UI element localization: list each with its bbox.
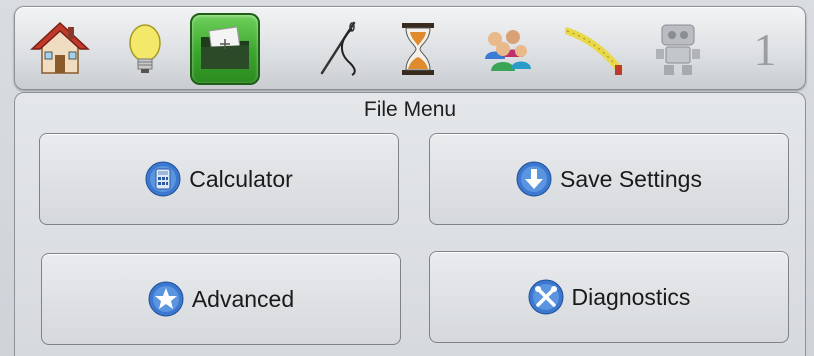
diagnostics-label: Diagnostics	[571, 283, 691, 310]
calculator-icon	[145, 161, 181, 197]
page-number-indicator[interactable]: 1	[730, 13, 800, 85]
calculator-label: Calculator	[189, 165, 293, 192]
panel-title: File Menu	[363, 98, 457, 121]
home-icon[interactable]	[25, 13, 95, 85]
page-number: 1	[753, 23, 777, 75]
diagnostics-button[interactable]: Diagnostics	[429, 251, 789, 343]
device-screen: 1 File Menu Calculator Save Settings Adv…	[0, 0, 814, 356]
users-icon[interactable]	[470, 13, 540, 85]
file-menu-panel: File Menu Calculator Save Settings Advan…	[14, 92, 806, 356]
hourglass-icon[interactable]	[383, 13, 453, 85]
file-folder-icon[interactable]	[190, 13, 260, 85]
advanced-button[interactable]: Advanced	[41, 253, 401, 345]
download-arrow-icon	[516, 161, 552, 197]
star-icon	[148, 281, 184, 317]
tools-icon	[528, 279, 564, 315]
tape-measure-icon[interactable]	[560, 13, 630, 85]
calculator-button[interactable]: Calculator	[39, 133, 399, 225]
lightbulb-icon[interactable]	[110, 13, 180, 85]
advanced-label: Advanced	[191, 285, 295, 312]
save-settings-button[interactable]: Save Settings	[429, 133, 789, 225]
top-toolbar: 1	[14, 6, 806, 90]
needle-thread-icon[interactable]	[305, 13, 375, 85]
save-settings-label: Save Settings	[560, 165, 702, 192]
robot-icon[interactable]	[643, 13, 713, 85]
